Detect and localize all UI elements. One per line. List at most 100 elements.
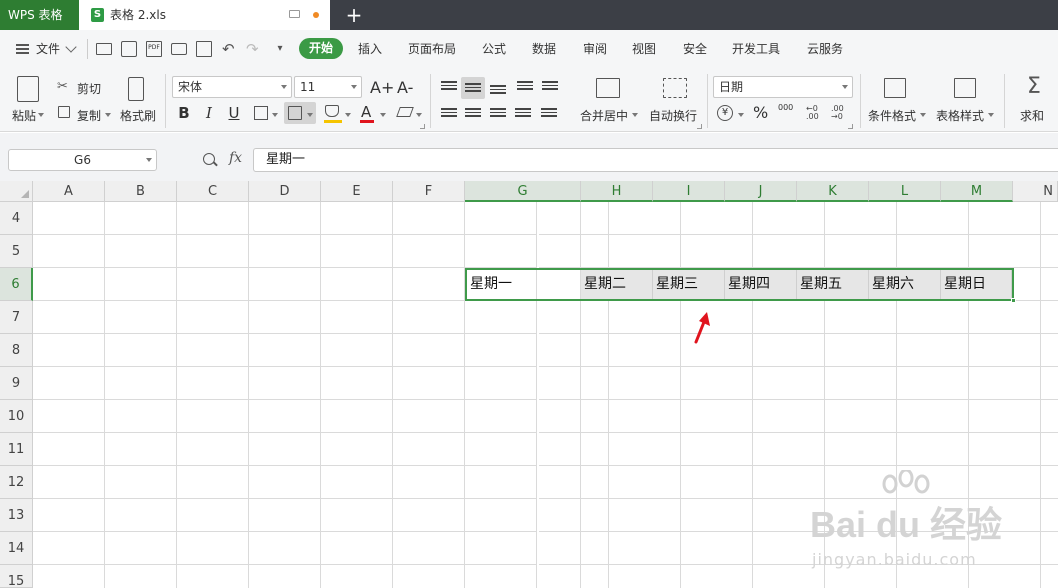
font-dialog-launcher-icon[interactable] [420,124,425,129]
menu-tab-developer[interactable]: 开发工具 [732,40,780,57]
monitor-icon[interactable] [289,10,300,18]
copy-button[interactable]: 复制 [77,107,101,124]
justify-icon[interactable] [515,108,531,120]
bold-button[interactable]: B [174,103,194,123]
align-right-icon[interactable] [490,108,506,120]
menu-tab-home[interactable]: 开始 [299,38,343,59]
save-icon[interactable] [121,41,137,57]
align-bottom-icon[interactable] [490,85,506,97]
autosum-button[interactable]: 求和 [1020,107,1044,124]
fill-handle[interactable] [1011,298,1016,303]
print-icon[interactable] [171,43,187,55]
font-color-dropdown-icon[interactable] [380,113,386,117]
name-box[interactable]: G6 [8,149,157,171]
format-painter-button[interactable]: 格式刷 [120,107,156,124]
alignment-dialog-launcher-icon[interactable] [697,124,702,129]
paste-dropdown-icon[interactable] [38,113,44,117]
row-header-15[interactable]: 15 [0,565,33,588]
column-header-F[interactable]: F [393,181,465,202]
row-header-7[interactable]: 7 [0,301,33,334]
column-header-A[interactable]: A [33,181,105,202]
app-home-tab[interactable]: WPS 表格 [0,0,79,30]
row-header-11[interactable]: 11 [0,433,33,466]
column-header-H[interactable]: H [581,181,653,202]
column-header-E[interactable]: E [321,181,393,202]
merge-center-button[interactable]: 合并居中 [580,107,628,124]
column-header-D[interactable]: D [249,181,321,202]
thousands-separator-button[interactable]: 000 [778,103,793,112]
align-top-icon[interactable] [441,81,457,93]
font-name-select[interactable]: 宋体 [172,76,292,98]
column-header-N[interactable]: N [1013,181,1058,202]
open-folder-icon[interactable] [96,43,112,55]
row-header-4[interactable]: 4 [0,202,33,235]
chevron-down-icon[interactable] [65,41,77,53]
table-style-button[interactable]: 表格样式 [936,107,984,124]
file-menu[interactable]: 文件 [36,40,60,57]
menu-tab-data[interactable]: 数据 [532,40,556,57]
hamburger-menu-icon[interactable] [16,44,29,54]
increase-indent-icon[interactable] [542,81,558,93]
insert-function-icon[interactable]: fx [229,150,242,166]
merge-dropdown-icon[interactable] [632,113,638,117]
row-header-13[interactable]: 13 [0,499,33,532]
menu-tab-view[interactable]: 视图 [632,40,656,57]
align-left-icon[interactable] [441,108,457,120]
row-header-12[interactable]: 12 [0,466,33,499]
undo-icon[interactable]: ↶ [222,41,238,57]
row-header-10[interactable]: 10 [0,400,33,433]
underline-button[interactable]: U [224,103,244,123]
copy-dropdown-icon[interactable] [105,113,111,117]
redo-icon[interactable]: ↷ [246,41,262,57]
column-header-C[interactable]: C [177,181,249,202]
merge-center-icon[interactable] [596,78,620,98]
fill-style-dropdown-icon[interactable] [307,113,313,117]
row-header-9[interactable]: 9 [0,367,33,400]
borders-dropdown-icon[interactable] [272,113,278,117]
menu-tab-cloud[interactable]: 云服务 [807,40,843,57]
row-header-5[interactable]: 5 [0,235,33,268]
number-dialog-launcher-icon[interactable] [848,124,853,129]
percent-style-button[interactable]: % [753,103,768,122]
decrease-indent-icon[interactable] [517,81,533,93]
paste-button[interactable]: 粘贴 [12,107,36,124]
menu-tab-review[interactable]: 审阅 [583,40,607,57]
menu-tab-insert[interactable]: 插入 [358,40,382,57]
decrease-font-size-button[interactable]: A- [397,78,413,97]
wrap-text-icon[interactable] [663,78,687,98]
clear-dropdown-icon[interactable] [416,113,422,117]
sigma-icon[interactable]: Σ [1027,74,1041,99]
row-header-6[interactable]: 6 [0,268,33,301]
formula-input[interactable]: 星期一 [253,148,1058,172]
menu-tab-formulas[interactable]: 公式 [482,40,506,57]
menu-tab-page-layout[interactable]: 页面布局 [408,40,456,57]
menu-tab-security[interactable]: 安全 [683,40,707,57]
align-center-icon[interactable] [465,108,481,120]
italic-button[interactable]: I [199,103,219,123]
row-header-8[interactable]: 8 [0,334,33,367]
font-color-icon[interactable]: A [361,103,371,121]
format-painter-icon[interactable] [128,77,144,101]
fill-color-icon[interactable] [325,105,339,117]
column-header-B[interactable]: B [105,181,177,202]
column-header-I[interactable]: I [653,181,725,202]
fill-color-dropdown-icon[interactable] [345,113,351,117]
select-all-corner[interactable] [0,181,33,202]
paste-icon[interactable] [17,76,39,102]
export-pdf-icon[interactable]: PDF [146,41,162,57]
scissors-icon[interactable]: ✂ [57,79,68,94]
increase-decimal-icon[interactable]: ←0.00 [806,105,822,122]
column-header-L[interactable]: L [869,181,941,202]
conditional-format-button[interactable]: 条件格式 [868,107,916,124]
zoom-icon[interactable] [203,153,215,165]
conditional-format-dropdown-icon[interactable] [920,113,926,117]
number-format-select[interactable]: 日期 [713,76,853,98]
table-style-icon[interactable] [954,78,976,98]
conditional-format-icon[interactable] [884,78,906,98]
borders-icon[interactable] [254,106,268,120]
increase-font-size-button[interactable]: A+ [370,78,394,97]
table-style-dropdown-icon[interactable] [988,113,994,117]
document-tab[interactable]: S 表格 2.xls [79,0,330,30]
eraser-icon[interactable] [396,107,414,117]
row-header-14[interactable]: 14 [0,532,33,565]
